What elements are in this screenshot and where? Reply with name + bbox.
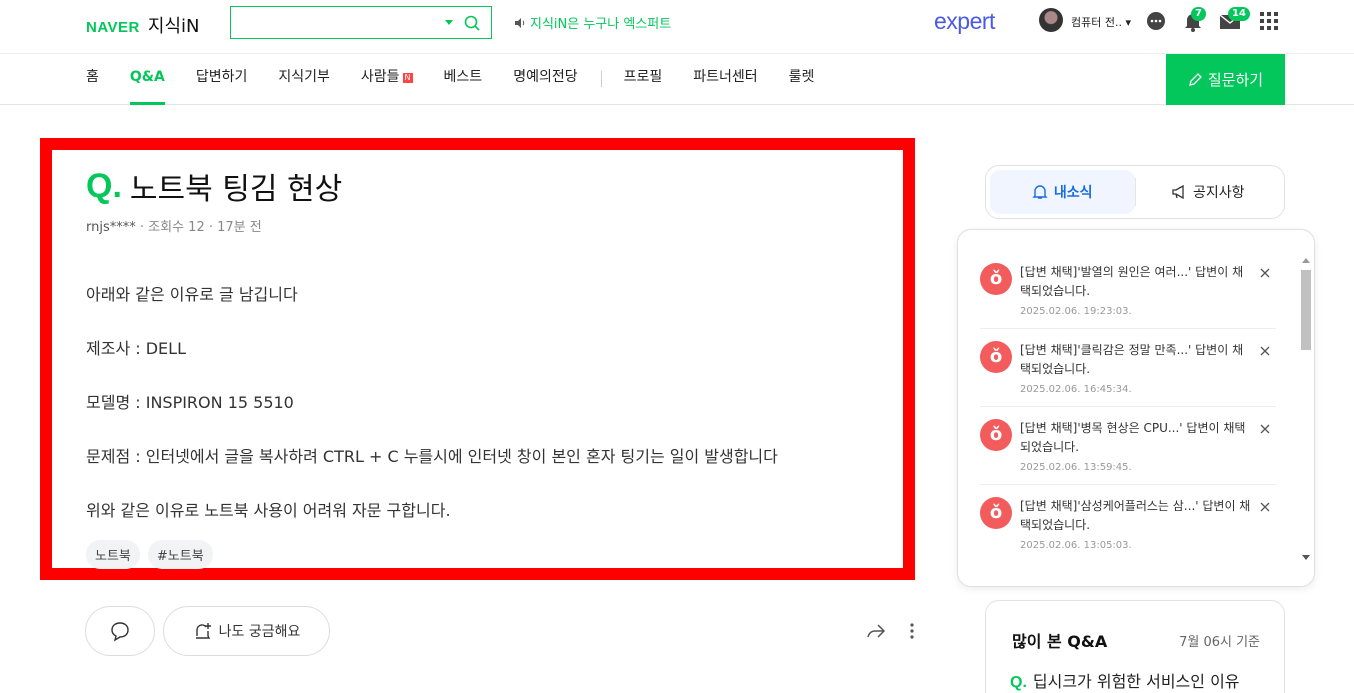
body-line: 제조사 : DELL [86,339,186,358]
scroll-thumb[interactable] [1301,270,1311,350]
nav-hall-of-fame[interactable]: 명예의전당 [513,54,577,105]
tab-my-news-label[interactable]: 내소식 [1054,182,1093,202]
popular-item[interactable]: Q. 딥시크가 위험한 서비스인 이유 [1010,668,1240,692]
scroll-down-icon[interactable] [1302,555,1310,560]
adopted-icon: ǒ [980,341,1012,373]
top-bar: NAVER 지식iN 지식iN은 누구나 엑스퍼트 expert 컴퓨터 전..… [0,0,1354,54]
question-body: 아래와 같은 이유로 글 남깁니다 제조사 : DELL 모델명 : INSPI… [86,268,778,538]
logo[interactable]: NAVER 지식iN [86,12,200,38]
comment-button[interactable] [85,606,155,656]
notification-date: 2025.02.06. 16:45:34. [1020,384,1132,395]
close-icon[interactable] [1259,501,1271,513]
ask-question-button[interactable]: 질문하기 [1166,54,1285,105]
search-dropdown-icon[interactable] [445,20,453,25]
notification-item[interactable]: ǒ [답변 채택]'클릭감은 정말 만족...' 답변이 채택되었습니다. 20… [980,329,1276,407]
apps-grid-icon[interactable] [1258,10,1280,32]
notification-date: 2025.02.06. 19:23:03. [1020,306,1132,317]
notification-badge: 7 [1191,7,1206,21]
message-badge: 14 [1228,7,1250,21]
notification-text[interactable]: [답변 채택]'삼성케어플러스는 삼...' 답변이 채택되었습니다. [1020,497,1252,535]
more-icon[interactable] [905,621,919,641]
speaker-icon [515,17,525,28]
q-mark: Q. [1010,674,1027,691]
close-icon[interactable] [1259,267,1271,279]
adopted-icon: ǒ [980,419,1012,451]
comment-icon [111,622,129,642]
nav-donation[interactable]: 지식기부 [278,54,330,105]
search-input[interactable] [231,7,431,38]
notification-item[interactable]: ǒ [답변 채택]'삼성케어플러스는 삼...' 답변이 채택되었습니다. 20… [980,485,1276,563]
question-title-text: 노트북 팅김 현상 [129,172,343,207]
adopted-icon: ǒ [980,497,1012,529]
question-title: Q. 노트북 팅김 현상 [86,164,342,208]
notification-text[interactable]: [답변 채택]'클릭감은 정말 만족...' 답변이 채택되었습니다. [1020,341,1252,379]
popular-date: 7월 06시 기준 [1179,635,1260,650]
notification-panel: ǒ [답변 채택]'발열의 원인은 여러...' 답변이 채택되었습니다. 20… [957,229,1315,587]
curious-button[interactable]: 나도 궁금해요 [163,606,330,656]
nav-divider [600,71,602,87]
nav-people-label[interactable]: 사람들 [361,69,400,85]
promo-text[interactable]: 지식iN은 누구나 엑스퍼트 [530,13,671,32]
notification-scrollbar[interactable] [1299,254,1313,564]
search-box [230,6,492,39]
main-nav: 홈 Q&A 답변하기 지식기부 사람들 N 베스트 명예의전당 프로필 파트너센터… [0,54,1354,105]
new-badge: N [402,73,413,83]
tab-notice-label[interactable]: 공지사항 [1193,182,1245,202]
adopted-icon: ǒ [980,263,1012,295]
question-meta: rnjs**** · 조회수 12 · 17분 전 [86,220,262,235]
chat-icon[interactable] [1145,10,1167,32]
megaphone-icon [1172,184,1184,200]
share-icon[interactable] [866,621,886,641]
curious-label[interactable]: 나도 궁금해요 [219,621,301,641]
tag[interactable]: #노트북 [147,540,213,569]
nav-partner-center[interactable]: 파트너센터 [693,54,757,105]
user-name-text[interactable]: 컴퓨터 전.. [1071,16,1122,29]
question-views: 조회수 12 [148,220,205,235]
tag-list: 노트북 #노트북 [86,540,213,569]
close-icon[interactable] [1259,423,1271,435]
nav-qa[interactable]: Q&A [129,54,165,105]
notification-text[interactable]: [답변 채택]'병목 현상은 CPU...' 답변이 채택되었습니다. [1020,419,1252,457]
question-card: Q. 노트북 팅김 현상 rnjs**** · 조회수 12 · 17분 전 아… [40,138,915,580]
notification-item[interactable]: ǒ [답변 채택]'발열의 원인은 여러...' 답변이 채택되었습니다. 20… [980,251,1276,329]
tag[interactable]: 노트북 [86,540,140,569]
popular-qa-panel: 많이 본 Q&A 7월 06시 기준 Q. 딥시크가 위험한 서비스인 이유 [985,600,1285,693]
avatar[interactable] [1039,8,1063,32]
close-icon[interactable] [1259,345,1271,357]
nav-roulette[interactable]: 룰렛 [789,54,815,105]
tab-notice[interactable]: 공지사항 [1136,170,1281,214]
ask-question-label[interactable]: 질문하기 [1208,69,1263,90]
nav-people[interactable]: 사람들 N [361,54,413,105]
body-line: 모델명 : INSPIRON 15 5510 [86,393,294,412]
nav-profile[interactable]: 프로필 [624,54,663,105]
nav-answer[interactable]: 답변하기 [196,54,248,105]
question-author[interactable]: rnjs**** [86,220,136,235]
body-line: 문제점 : 인터넷에서 글을 복사하려 CTRL + C 누를시에 인터넷 창이… [86,447,778,466]
expert-logo[interactable]: expert [934,8,995,35]
question-actions: 나도 궁금해요 [85,606,330,656]
body-line: 위와 같은 이유로 노트북 사용이 어려워 자문 구합니다. [86,501,451,520]
add-bell-icon [195,623,211,639]
popular-item-title[interactable]: 딥시크가 위험한 서비스인 이유 [1033,672,1240,691]
question-time: 17분 전 [217,220,262,235]
popular-title: 많이 본 Q&A [1012,632,1108,651]
nav-best[interactable]: 베스트 [444,54,483,105]
search-icon[interactable] [463,14,481,32]
q-mark: Q. [86,166,122,205]
body-line: 아래와 같은 이유로 글 남깁니다 [86,285,298,304]
nav-home[interactable]: 홈 [86,54,99,105]
notification-text[interactable]: [답변 채택]'발열의 원인은 여러...' 답변이 채택되었습니다. [1020,263,1252,301]
naver-logo[interactable]: NAVER [86,19,140,36]
scroll-up-icon[interactable] [1302,258,1310,263]
notification-item[interactable]: ǒ [답변 채택]'병목 현상은 CPU...' 답변이 채택되었습니다. 20… [980,407,1276,485]
notification-date: 2025.02.06. 13:05:03. [1020,540,1132,551]
promo-link[interactable]: 지식iN은 누구나 엑스퍼트 [514,13,671,32]
sidebar-tabs: 내소식 공지사항 [985,165,1285,219]
user-name[interactable]: 컴퓨터 전.. ▾ [1071,14,1131,30]
notification-date: 2025.02.06. 13:59:45. [1020,462,1132,473]
bell-icon [1032,185,1048,199]
tab-my-news[interactable]: 내소식 [990,170,1135,214]
service-logo[interactable]: 지식iN [148,12,200,38]
pencil-icon [1188,72,1202,86]
